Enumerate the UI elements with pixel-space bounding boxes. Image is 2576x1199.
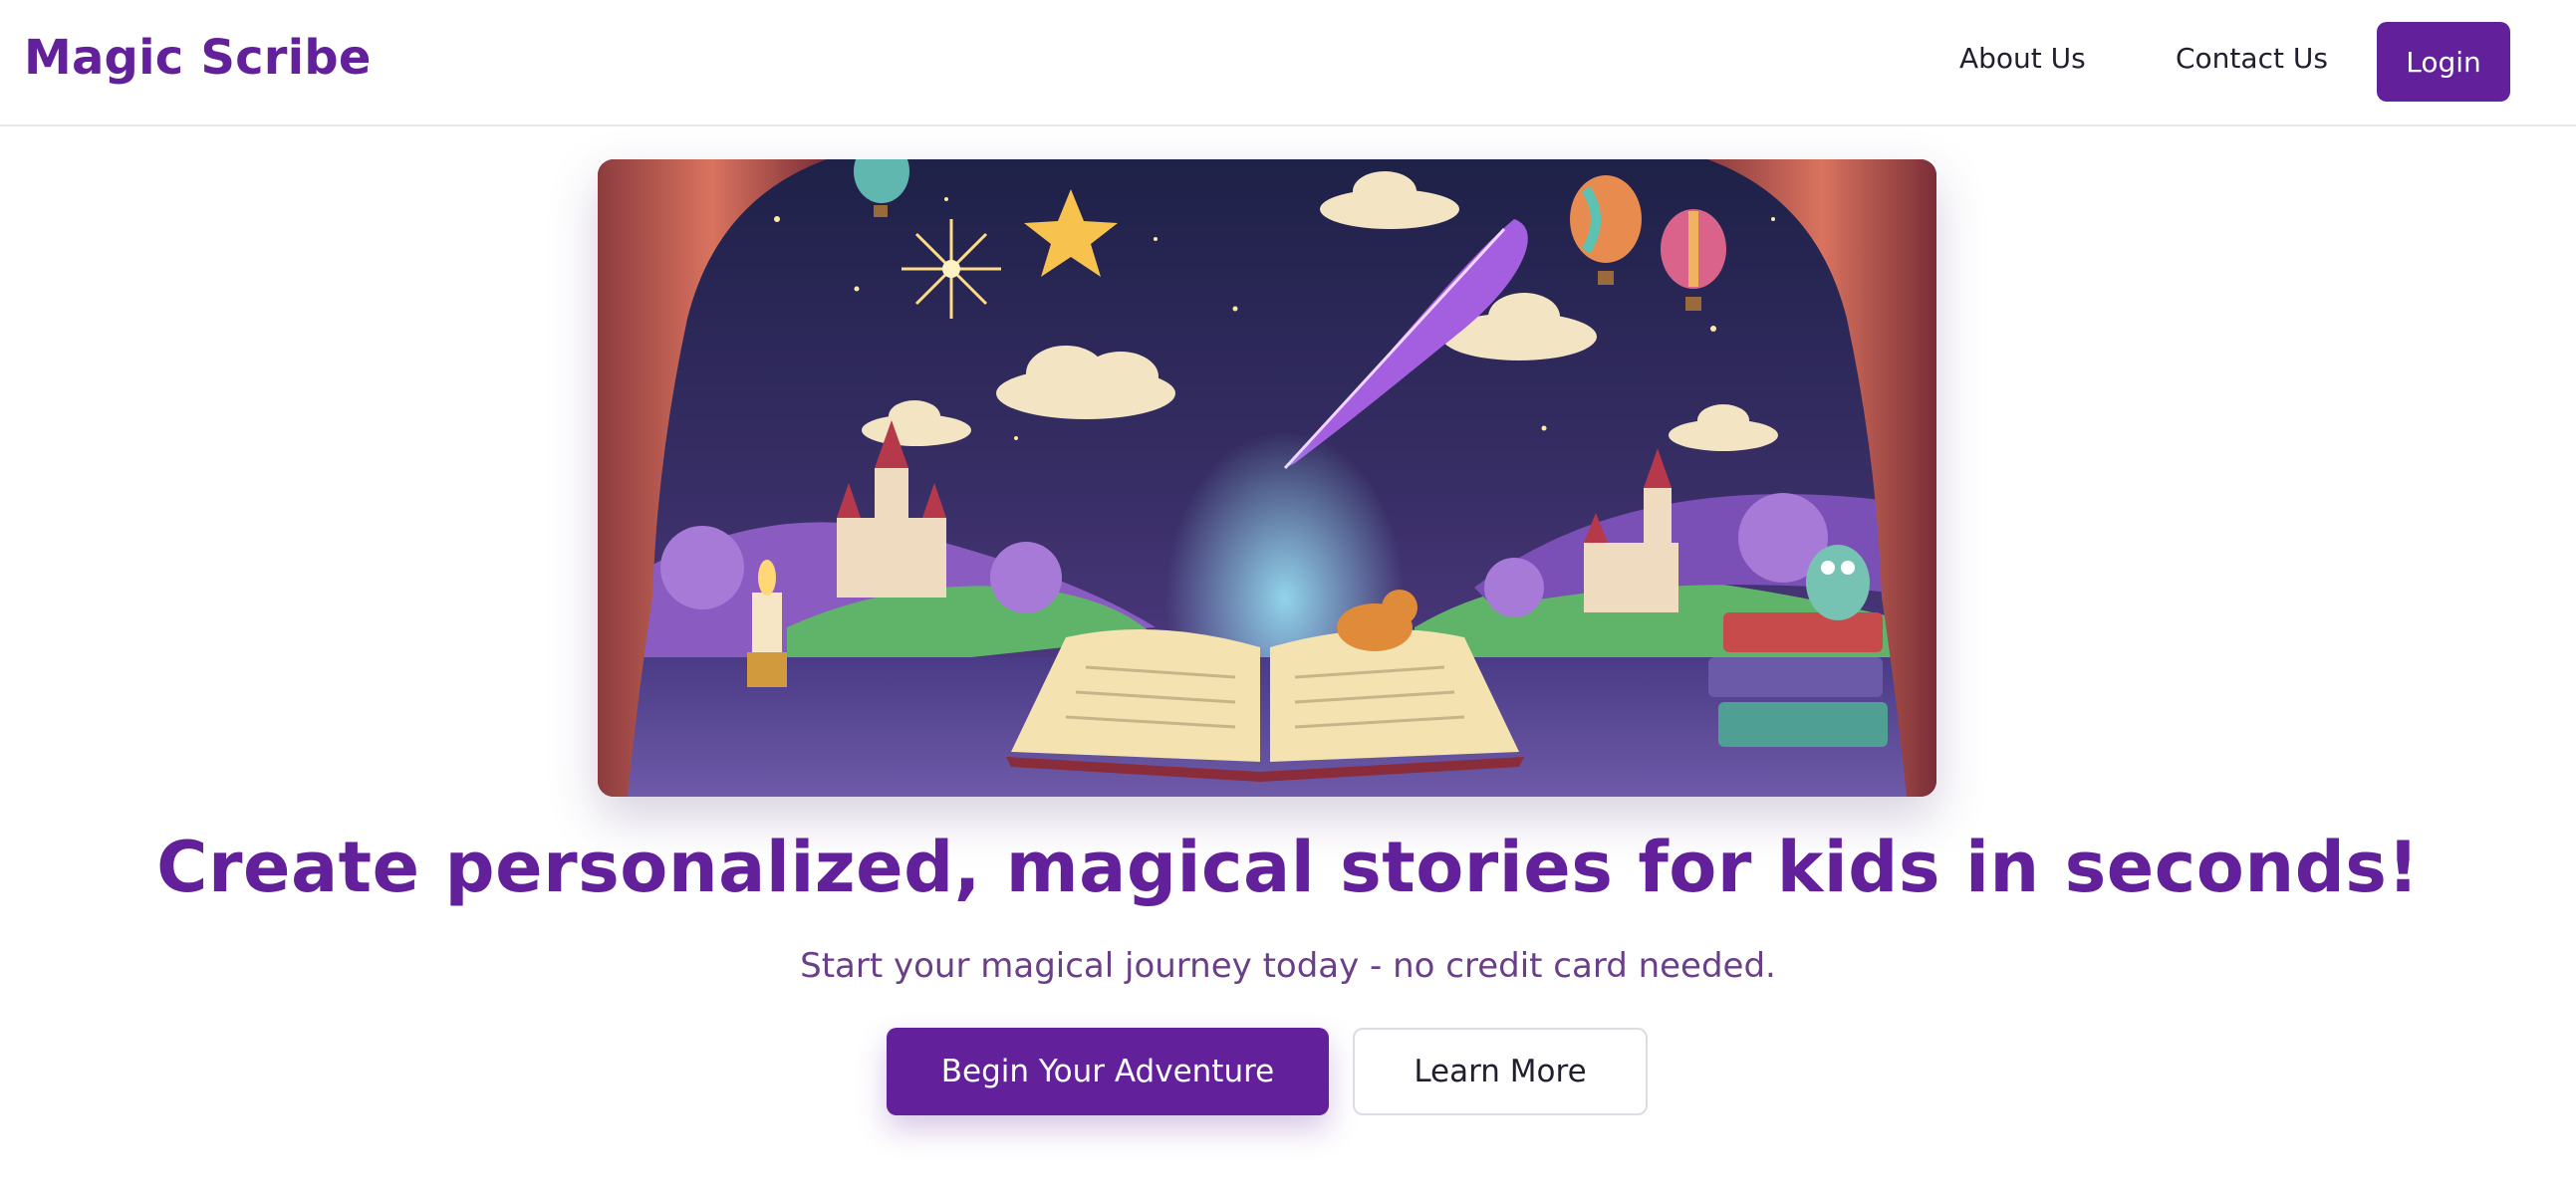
hero-illustration (598, 159, 1936, 797)
login-button[interactable]: Login (2377, 22, 2510, 102)
top-navigation-bar: Magic Scribe About Us Contact Us Login (0, 0, 2576, 126)
begin-adventure-button[interactable]: Begin Your Adventure (887, 1028, 1329, 1115)
hero-subheadline: Start your magical journey today - no cr… (800, 946, 1776, 986)
learn-more-button[interactable]: Learn More (1353, 1028, 1648, 1115)
nav-contact-us-link[interactable]: Contact Us (2176, 42, 2328, 75)
brand-logo[interactable]: Magic Scribe (24, 30, 372, 86)
nav-about-us-link[interactable]: About Us (1959, 42, 2086, 75)
hero-headline: Create personalized, magical stories for… (156, 827, 2420, 908)
storybook-illustration (598, 159, 1936, 797)
